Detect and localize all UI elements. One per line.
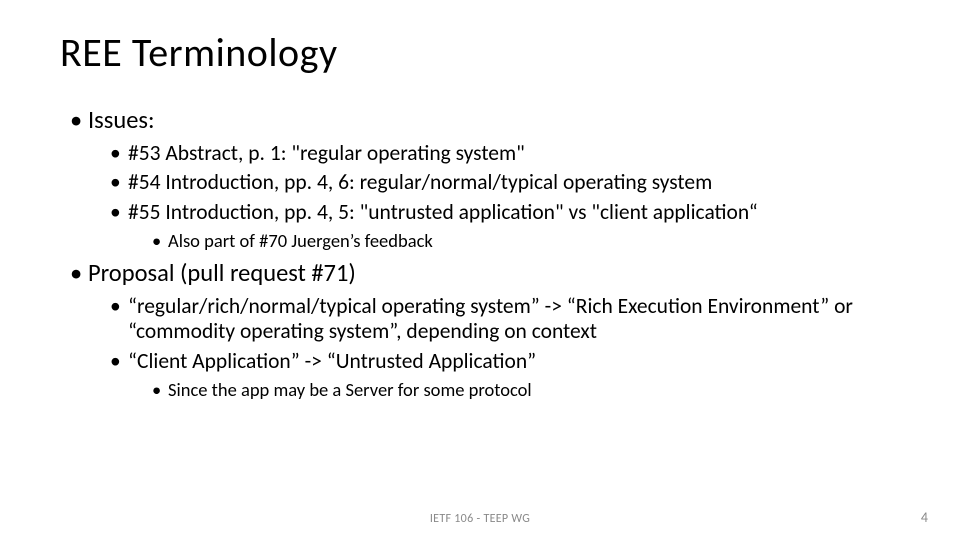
bullet-proposal-2: “Client Application” -> “Untrusted Appli… <box>128 349 900 374</box>
bullet-issues: Issues: <box>88 105 900 135</box>
bullet-proposal-2-sub: Since the app may be a Server for some p… <box>168 378 900 401</box>
slide-title: REE Terminology <box>60 28 900 77</box>
bullet-issue-53: #53 Abstract, p. 1: "regular operating s… <box>128 141 900 166</box>
bullet-proposal-1: “regular/rich/normal/typical operating s… <box>128 294 900 345</box>
bullet-issue-54: #54 Introduction, pp. 4, 6: regular/norm… <box>128 170 900 195</box>
bullet-issue-55: #55 Introduction, pp. 4, 5: "untrusted a… <box>128 200 900 225</box>
bullet-issue-55-sub: Also part of #70 Juergen’s feedback <box>168 229 900 252</box>
footer-text: IETF 106 - TEEP WG <box>0 512 960 526</box>
slide-number: 4 <box>921 509 928 526</box>
bullet-proposal: Proposal (pull request #71) <box>88 258 900 288</box>
